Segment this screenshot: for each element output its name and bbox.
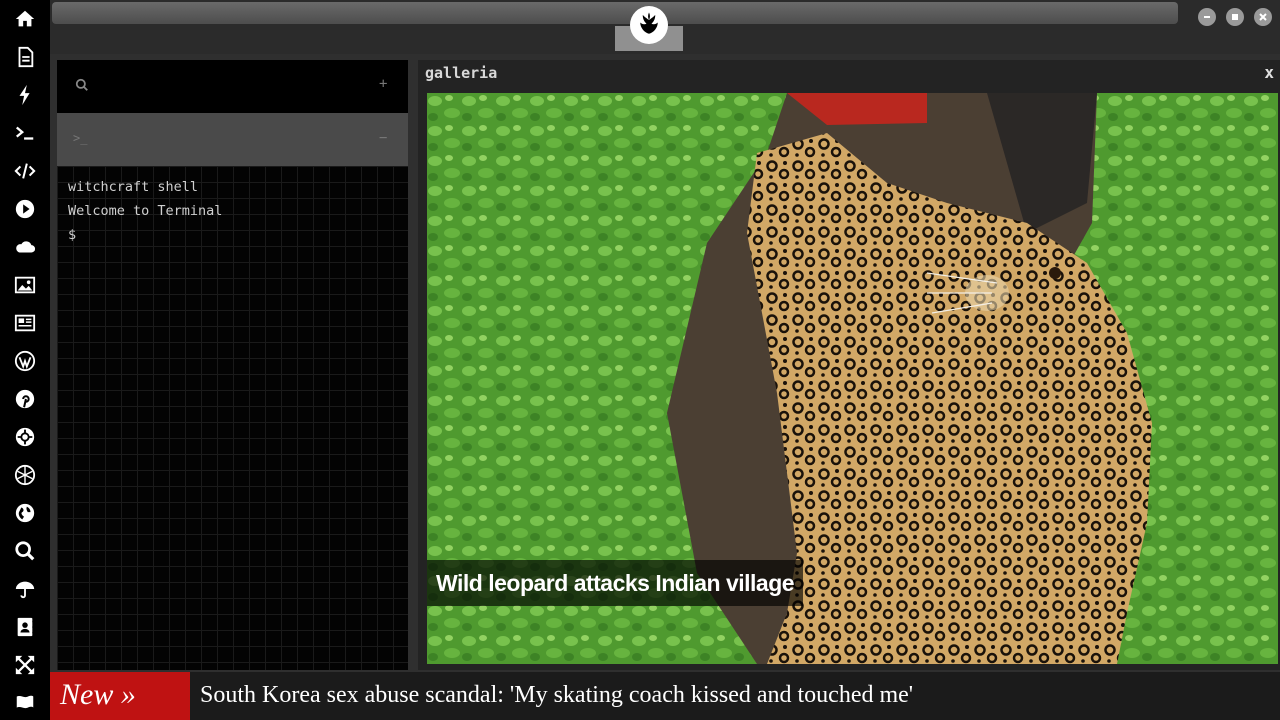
window-topbar bbox=[50, 0, 1280, 54]
home-icon[interactable] bbox=[0, 0, 50, 38]
cloud-icon[interactable] bbox=[0, 228, 50, 266]
prompt-icon: >_ bbox=[73, 131, 88, 145]
title-bar-track[interactable] bbox=[52, 2, 1178, 24]
cog-badge-icon[interactable] bbox=[0, 418, 50, 456]
ticker-badge: New » bbox=[50, 672, 190, 720]
minimize-tab-button[interactable]: − bbox=[379, 130, 387, 146]
terminal-tab[interactable]: >_ − bbox=[57, 113, 408, 166]
newspaper-icon[interactable] bbox=[0, 304, 50, 342]
document-icon[interactable] bbox=[0, 38, 50, 76]
galleria-panel: galleria x Wild leopard attacks Indian v… bbox=[418, 60, 1280, 670]
news-ticker: New » South Korea sex abuse scandal: 'My… bbox=[50, 672, 1280, 720]
galleria-caption: Wild leopard attacks Indian village bbox=[427, 560, 804, 606]
wordpress-icon[interactable] bbox=[0, 342, 50, 380]
ticker-headline[interactable]: South Korea sex abuse scandal: 'My skati… bbox=[200, 672, 913, 720]
globe-icon[interactable] bbox=[0, 494, 50, 532]
contacts-icon[interactable] bbox=[0, 608, 50, 646]
add-tab-button[interactable]: + bbox=[379, 76, 387, 92]
terminal-output[interactable]: witchcraft shell Welcome to Terminal $ bbox=[57, 166, 408, 670]
code-icon[interactable] bbox=[0, 152, 50, 190]
globe-mesh-icon[interactable] bbox=[0, 456, 50, 494]
pinterest-icon[interactable] bbox=[0, 380, 50, 418]
search-icon[interactable] bbox=[0, 532, 50, 570]
terminal-icon[interactable] bbox=[0, 114, 50, 152]
app-dock bbox=[0, 0, 50, 720]
terminal-prompt[interactable]: $ bbox=[68, 227, 76, 243]
rebel-alliance-icon[interactable] bbox=[630, 6, 668, 44]
image-icon[interactable] bbox=[0, 266, 50, 304]
galleria-close-button[interactable]: x bbox=[1264, 63, 1274, 82]
expand-icon[interactable] bbox=[0, 646, 50, 684]
maximize-icon[interactable] bbox=[1226, 8, 1244, 26]
bolt-icon[interactable] bbox=[0, 76, 50, 114]
terminal-line: witchcraft shell bbox=[68, 179, 199, 195]
flag-icon[interactable] bbox=[0, 684, 50, 720]
umbrella-icon[interactable] bbox=[0, 570, 50, 608]
terminal-panel: + >_ − witchcraft shell Welcome to Termi… bbox=[57, 60, 408, 670]
terminal-search-bar[interactable]: + bbox=[57, 60, 408, 113]
play-icon[interactable] bbox=[0, 190, 50, 228]
galleria-title: galleria bbox=[425, 64, 498, 82]
close-icon[interactable] bbox=[1254, 8, 1272, 26]
search-icon[interactable] bbox=[75, 78, 89, 96]
minimize-icon[interactable] bbox=[1198, 8, 1216, 26]
terminal-line: Welcome to Terminal bbox=[68, 203, 223, 219]
